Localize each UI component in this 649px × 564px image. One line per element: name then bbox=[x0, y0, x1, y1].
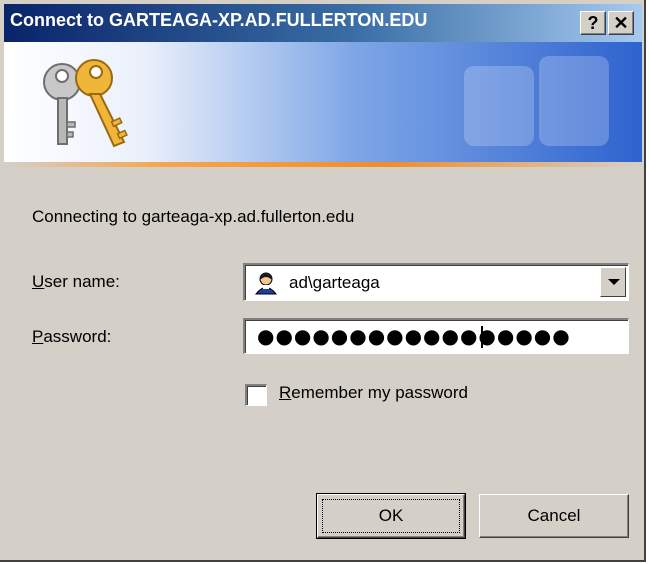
user-name-accel: U bbox=[32, 272, 45, 291]
text-caret bbox=[481, 326, 483, 348]
help-button[interactable]: ? bbox=[580, 11, 606, 35]
cancel-button-label: Cancel bbox=[527, 506, 581, 525]
banner bbox=[4, 42, 642, 162]
password-accel: P bbox=[32, 327, 44, 346]
password-label: Password: bbox=[32, 327, 111, 347]
banner-accent-line bbox=[4, 162, 642, 167]
remember-label-rest: emember my password bbox=[291, 383, 468, 402]
title-bar[interactable]: Connect to GARTEAGA-XP.AD.FULLERTON.EDU … bbox=[4, 4, 642, 42]
password-label-rest: assword: bbox=[43, 327, 112, 346]
user-name-label: User name: bbox=[32, 272, 120, 292]
dropdown-arrow-button[interactable] bbox=[600, 267, 626, 297]
user-name-combobox[interactable]: ad\garteaga bbox=[243, 263, 629, 301]
keys-icon bbox=[43, 59, 128, 148]
user-name-value: ad\garteaga bbox=[289, 273, 380, 292]
window-title: Connect to GARTEAGA-XP.AD.FULLERTON.EDU bbox=[10, 10, 428, 30]
remember-password-label[interactable]: Remember my password bbox=[279, 383, 468, 403]
connect-dialog: Connect to GARTEAGA-XP.AD.FULLERTON.EDU … bbox=[0, 0, 646, 562]
cancel-button[interactable]: Cancel bbox=[479, 494, 629, 538]
remember-password-checkbox[interactable] bbox=[245, 384, 267, 406]
password-masked-value: ●●●●●●●●●●●●●●●●● bbox=[257, 324, 571, 348]
connecting-text: Connecting to garteaga-xp.ad.fullerton.e… bbox=[32, 207, 355, 226]
user-name-label-rest: ser name: bbox=[44, 272, 120, 291]
password-input[interactable]: ●●●●●●●●●●●●●●●●● bbox=[243, 318, 629, 354]
ok-button-label: OK bbox=[378, 506, 404, 525]
user-account-icon bbox=[254, 272, 278, 295]
remember-accel: R bbox=[279, 383, 292, 402]
ok-button[interactable]: OK bbox=[316, 493, 466, 539]
keys-watermark-icon bbox=[464, 56, 609, 146]
close-button[interactable]: ✕ bbox=[608, 11, 634, 35]
